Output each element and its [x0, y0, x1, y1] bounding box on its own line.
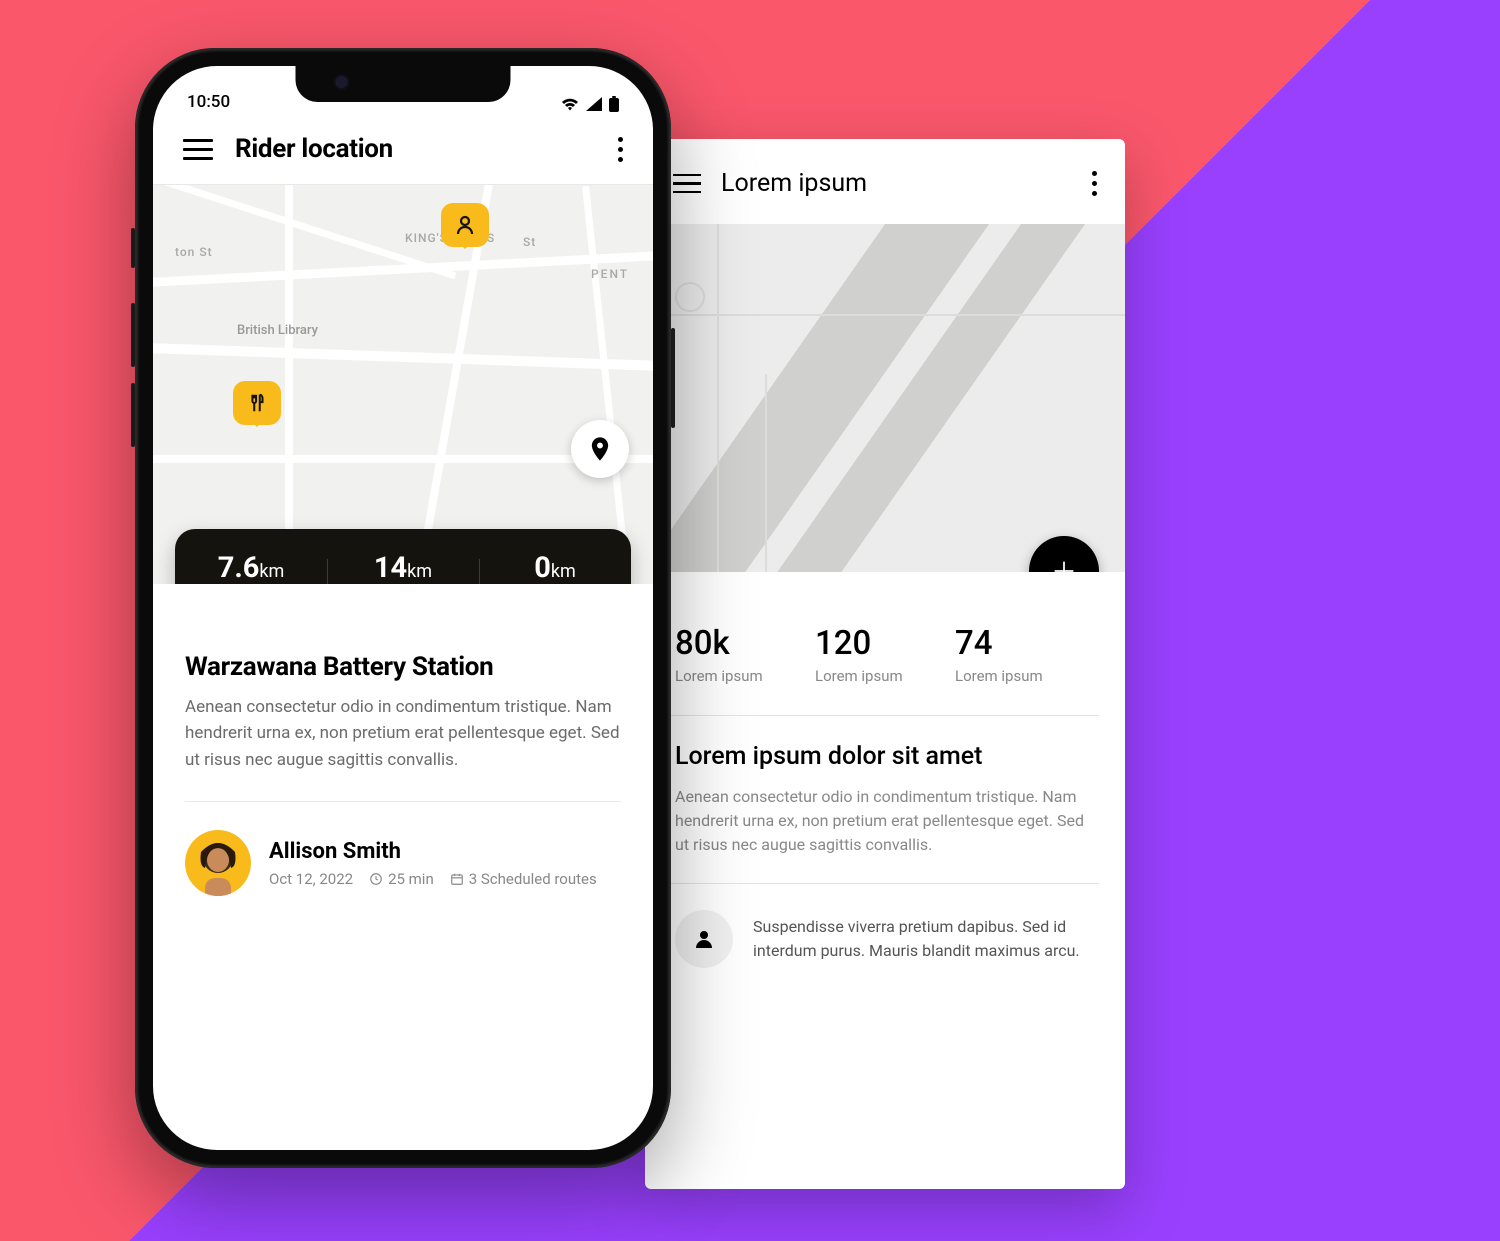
locate-button[interactable] — [571, 420, 629, 478]
map-view[interactable]: ton St KING'S CROSS St PENT British Libr… — [153, 184, 653, 584]
rider-name: Allison Smith — [269, 839, 597, 864]
stat-item: 74 Lorem ipsum — [955, 624, 1095, 685]
device-notch — [296, 66, 511, 102]
stat-eco[interactable]: 7.6km Eco — [175, 551, 327, 584]
map-marker-rider[interactable] — [441, 203, 489, 247]
more-icon[interactable] — [618, 137, 623, 162]
stat-value: 120 — [815, 624, 955, 663]
stat-sport[interactable]: 0km Sport — [479, 551, 631, 584]
map-label-british-library: British Library — [237, 323, 318, 338]
pin-icon — [586, 435, 614, 463]
section: Lorem ipsum dolor sit amet Aenean consec… — [645, 716, 1125, 883]
wifi-icon — [561, 97, 579, 111]
map-marker-food[interactable] — [233, 381, 281, 425]
menu-icon[interactable] — [183, 139, 213, 160]
more-icon[interactable] — [1092, 171, 1097, 196]
stats-card: 7.6km Eco 14km Ride 0km Sport — [175, 529, 631, 584]
stat-label: Lorem ipsum — [955, 667, 1095, 685]
station-title: Warzawana Battery Station — [185, 652, 621, 682]
phone-device-frame: 10:50 Rider location ton St KING'S CROSS… — [135, 48, 671, 1168]
map-view[interactable] — [645, 224, 1125, 572]
primary-phone-screen: 10:50 Rider location ton St KING'S CROSS… — [153, 66, 653, 1150]
section-title: Lorem ipsum dolor sit amet — [675, 742, 1095, 771]
page-title: Rider location — [235, 134, 618, 164]
rider-routes: 3 Scheduled routes — [450, 870, 597, 888]
stat-item: 80k Lorem ipsum — [675, 624, 815, 685]
stat-label: Lorem ipsum — [815, 667, 955, 685]
stat-item: 120 Lorem ipsum — [815, 624, 955, 685]
signal-icon — [586, 97, 602, 111]
rider-info: Allison Smith Oct 12, 2022 25 min 3 Sche… — [269, 839, 597, 888]
rider-date: Oct 12, 2022 — [269, 870, 353, 888]
rider-duration: 25 min — [369, 870, 434, 888]
app-bar: Rider location — [153, 114, 653, 184]
section-description: Aenean consectetur odio in condimentum t… — [675, 785, 1095, 857]
divider — [185, 801, 621, 802]
map-label-street: ton St — [175, 245, 213, 259]
menu-icon[interactable] — [673, 174, 701, 194]
fork-knife-icon — [246, 392, 268, 414]
plus-icon — [1050, 557, 1078, 572]
stat-value: 14km — [327, 551, 479, 584]
app-bar: Lorem ipsum — [645, 139, 1125, 224]
map-label-pent: PENT — [591, 267, 629, 281]
rider-row[interactable]: Allison Smith Oct 12, 2022 25 min 3 Sche… — [185, 830, 621, 916]
calendar-icon — [450, 872, 464, 886]
list-item-text: Suspendisse viverra pretium dapibus. Sed… — [753, 915, 1095, 963]
rider-avatar — [185, 830, 251, 896]
stat-value: 0km — [479, 551, 631, 584]
list-item[interactable]: Suspendisse viverra pretium dapibus. Sed… — [645, 884, 1125, 994]
avatar-placeholder — [675, 910, 733, 968]
status-time: 10:50 — [187, 92, 230, 112]
stat-ride[interactable]: 14km Ride — [327, 551, 479, 584]
station-description: Aenean consectetur odio in condimentum t… — [185, 694, 621, 773]
stat-value: 74 — [955, 624, 1095, 663]
content-section: Warzawana Battery Station Aenean consect… — [153, 584, 653, 916]
person-icon — [692, 927, 716, 951]
stat-value: 80k — [675, 624, 815, 663]
clock-icon — [369, 872, 383, 886]
rider-meta: Oct 12, 2022 25 min 3 Scheduled routes — [269, 870, 597, 888]
person-icon — [453, 213, 477, 237]
page-title: Lorem ipsum — [721, 169, 1092, 198]
stat-value: 7.6km — [175, 551, 327, 584]
map-label-street: St — [523, 235, 536, 249]
battery-icon — [609, 96, 619, 112]
secondary-phone-screen: Lorem ipsum 80k Lorem ipsum 120 Lorem ip… — [645, 139, 1125, 1189]
stat-label: Lorem ipsum — [675, 667, 815, 685]
stats-row: 80k Lorem ipsum 120 Lorem ipsum 74 Lorem… — [645, 572, 1125, 715]
